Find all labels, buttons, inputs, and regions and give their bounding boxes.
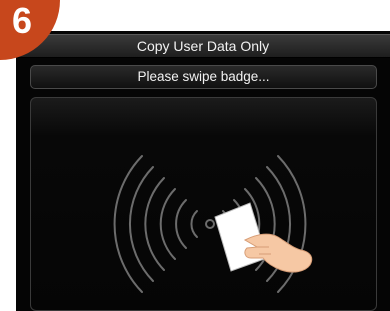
hand-icon (243, 233, 313, 273)
device-screen: Copy User Data Only Please swipe badge..… (16, 31, 390, 311)
step-number: 6 (11, 0, 33, 41)
swipe-panel (30, 97, 377, 311)
prompt-text: Please swipe badge... (137, 69, 270, 84)
title-bar: Copy User Data Only (16, 34, 390, 58)
page-title: Copy User Data Only (136, 38, 270, 54)
rfid-wave-icon (113, 155, 307, 293)
swipe-illustration (113, 155, 313, 293)
prompt-bar: Please swipe badge... (30, 65, 377, 89)
